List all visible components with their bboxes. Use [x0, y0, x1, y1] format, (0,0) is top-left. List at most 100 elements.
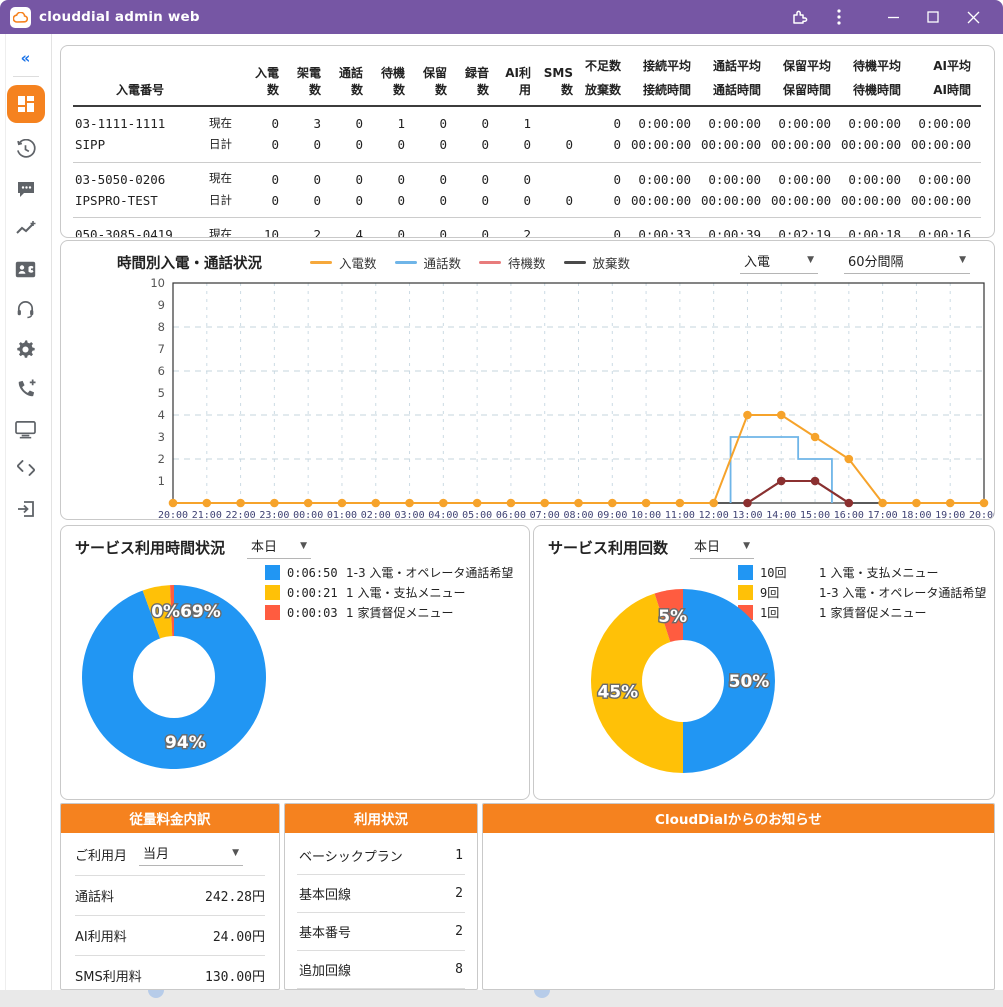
table-cell: 0 [457, 161, 499, 190]
table-row: 050-3085-0419 現在 10 2 4 0 0 0 2 0 0:00:33 0:00:39 0:… [73, 217, 981, 237]
svg-text:12:00: 12:00 [699, 510, 729, 519]
analytics-trend-icon [15, 221, 35, 234]
close-button[interactable] [953, 0, 993, 34]
table-cell [541, 217, 583, 237]
table-cell: 0 [313, 192, 321, 208]
svg-text:19:00: 19:00 [935, 510, 965, 519]
svg-text:8: 8 [158, 320, 165, 334]
svg-text:6: 6 [158, 364, 165, 378]
table-cell: 0 [523, 192, 531, 208]
table-cell: 0 [613, 115, 621, 131]
column-header: AI利用 [505, 66, 531, 98]
table-cell: 0 [289, 161, 331, 190]
code-brackets-icon [16, 460, 35, 476]
table-cell: 0:02:19 [771, 217, 841, 237]
table-cell: 0 [583, 161, 631, 190]
table-cell: 3 [313, 115, 321, 131]
sidebar-item-contacts[interactable] [6, 249, 46, 289]
sidebar-item-add-call[interactable] [6, 369, 46, 409]
window-title: clouddial admin web [39, 9, 200, 25]
svg-text:4: 4 [158, 408, 165, 422]
column-header: 通話平均 [712, 59, 761, 73]
list-item: 追加回線 8 [297, 951, 465, 989]
table-cell: 050-3085-0419 [73, 217, 207, 237]
donut-count-period-select[interactable]: 本日 ▼ [690, 536, 755, 559]
table-cell: 0:00:39 [701, 217, 771, 237]
svg-text:18:00: 18:00 [901, 510, 931, 519]
service-count-donut-chart: 50% 45% 5% [591, 589, 775, 773]
table-cell: 0 [457, 217, 499, 237]
table-cell: 0 [271, 192, 279, 208]
titlebar: clouddial admin web [0, 0, 1003, 34]
minimize-button[interactable] [873, 0, 913, 34]
donut-time-title: サービス利用時間状況 [75, 539, 226, 557]
usage-panel: 利用状況 ベーシックプラン1基本回線2基本番号2追加回線8アクティベートユーザ5 [284, 803, 478, 990]
table-cell: 0 [415, 161, 457, 190]
table-cell: 0:00:00 [708, 115, 761, 131]
collapse-chevrons-icon[interactable]: « [6, 44, 46, 72]
table-row: SIPP 日計 0 0 0 0 0 0 0 0 0 00:00:00 00:00:00 00:00:00 0… [73, 134, 981, 162]
logout-icon [17, 501, 34, 517]
extension-icon[interactable] [779, 0, 819, 34]
svg-text:00:00: 00:00 [293, 510, 323, 519]
table-cell: 0 [247, 161, 289, 190]
donut-time-period-select[interactable]: 本日 ▼ [247, 536, 312, 559]
settings-gear-icon [17, 339, 35, 358]
table-cell: 0:00:00 [638, 115, 691, 131]
table-cell: 現在 [209, 115, 232, 130]
table-cell: 0 [331, 161, 373, 190]
table-cell: 日計 [209, 192, 232, 207]
svg-text:08:00: 08:00 [563, 510, 593, 519]
sidebar-item-history[interactable] [6, 129, 46, 169]
sidebar-item-developer[interactable] [6, 449, 46, 489]
column-header: 待機平均 [852, 59, 901, 73]
table-cell [541, 106, 583, 134]
hourly-chart-panel: 時間別入電・通話状況 入電数 通話数 待機数 放棄数 入電 ▼ 60分間隔 ▼ 1 2 3 4 5… [60, 240, 995, 520]
svg-text:13:00: 13:00 [732, 510, 762, 519]
interval-select[interactable]: 60分間隔 ▼ [844, 251, 970, 274]
monitor-icon [15, 420, 36, 438]
bottom-window-edge [0, 990, 1003, 1007]
table-cell: 0 [439, 115, 447, 131]
column-header: 接続時間 [642, 83, 691, 98]
svg-text:0%69%: 0%69% [151, 602, 221, 622]
table-cell: 1 [523, 115, 531, 131]
sidebar-item-support[interactable] [6, 289, 46, 329]
table-cell: 00:00:00 [911, 192, 972, 208]
list-item: SMS利用料 130.00円 [75, 955, 265, 989]
legend-item: 0:00:03 1 家賃督促メニュー [265, 604, 513, 621]
table-cell: 0 [313, 137, 321, 153]
metric-select[interactable]: 入電 ▼ [740, 251, 818, 274]
svg-text:1: 1 [158, 474, 165, 488]
chevron-down-icon: ▼ [300, 540, 308, 551]
svg-text:17:00: 17:00 [868, 510, 898, 519]
table-cell: 0:00:33 [631, 217, 701, 237]
svg-text:07:00: 07:00 [530, 510, 560, 519]
table-cell: 03-5050-0206 [73, 161, 207, 190]
chevron-down-icon: ▼ [743, 540, 751, 551]
sidebar-item-logout[interactable] [6, 489, 46, 529]
column-header: 保留平均 [782, 59, 831, 73]
sidebar-item-analytics[interactable] [6, 209, 46, 249]
hourly-line-chart: 1 2 3 4 5 6 7 8 9 10 20:00 21:00 22:00 23:00 00:00 01:0… [150, 277, 994, 519]
svg-text:20:00: 20:00 [158, 510, 188, 519]
table-cell: 0:00:00 [841, 161, 911, 190]
column-header: 通話数 [338, 66, 363, 98]
maximize-button[interactable] [913, 0, 953, 34]
chevron-down-icon: ▼ [959, 255, 966, 265]
sidebar-item-settings[interactable] [6, 329, 46, 369]
table-cell: 0 [355, 115, 363, 131]
scroll-fragment [148, 990, 164, 998]
scroll-fragment [534, 990, 550, 998]
menu-dots-icon[interactable] [819, 0, 859, 34]
table-cell: 0 [397, 137, 405, 153]
sidebar-item-monitor[interactable] [6, 409, 46, 449]
billing-month-label: ご利用月 [75, 849, 128, 864]
sidebar-item-messages[interactable] [6, 169, 46, 209]
svg-text:06:00: 06:00 [496, 510, 526, 519]
sidebar-item-dashboard[interactable] [6, 85, 45, 123]
svg-text:21:00: 21:00 [192, 510, 222, 519]
table-cell: 0 [271, 115, 279, 131]
billing-month-select[interactable]: 当月 ▼ [139, 843, 244, 866]
table-cell: 0 [355, 137, 363, 153]
